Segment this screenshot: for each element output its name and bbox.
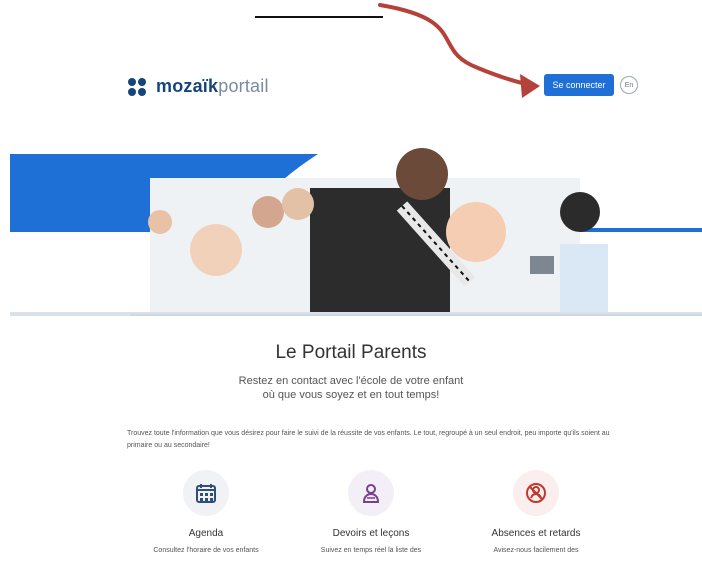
logo-text: mozaïkportail <box>156 76 269 96</box>
feature-title: Devoirs et leçons <box>332 528 410 539</box>
absence-icon <box>513 470 559 516</box>
feature-description: Avisez-nous facilement des <box>493 547 579 554</box>
page-subtitle: Restez en contact avec l'école de votre … <box>238 375 464 401</box>
feature-title: Agenda <box>188 528 224 539</box>
language-toggle-button[interactable]: En <box>620 76 638 94</box>
feature-title: Absences et retards <box>491 528 581 539</box>
annotation-underline <box>255 16 383 18</box>
feature-agenda[interactable]: Agenda Consultez l'horaire de vos enfant… <box>136 470 276 554</box>
feature-homework[interactable]: Devoirs et leçons Suivez en temps réel l… <box>301 470 441 554</box>
feature-absences[interactable]: Absences et retards Avisez-nous facileme… <box>466 470 606 554</box>
calendar-icon <box>183 470 229 516</box>
intro-text: Trouvez toute l'information que vous dés… <box>127 430 610 449</box>
logo-mark-icon <box>128 77 150 96</box>
hero-divider <box>130 314 702 316</box>
page-title: Le Portail Parents <box>275 342 427 363</box>
hero-illustration <box>10 148 702 316</box>
hero-banner <box>10 148 702 316</box>
connect-button[interactable]: Se connecter <box>544 74 614 96</box>
feature-description: Consultez l'horaire de vos enfants <box>153 547 259 554</box>
feature-description: Suivez en temps réel la liste des <box>320 547 422 554</box>
homework-icon <box>348 470 394 516</box>
mozaik-logo[interactable]: mozaïkportail <box>128 76 269 97</box>
